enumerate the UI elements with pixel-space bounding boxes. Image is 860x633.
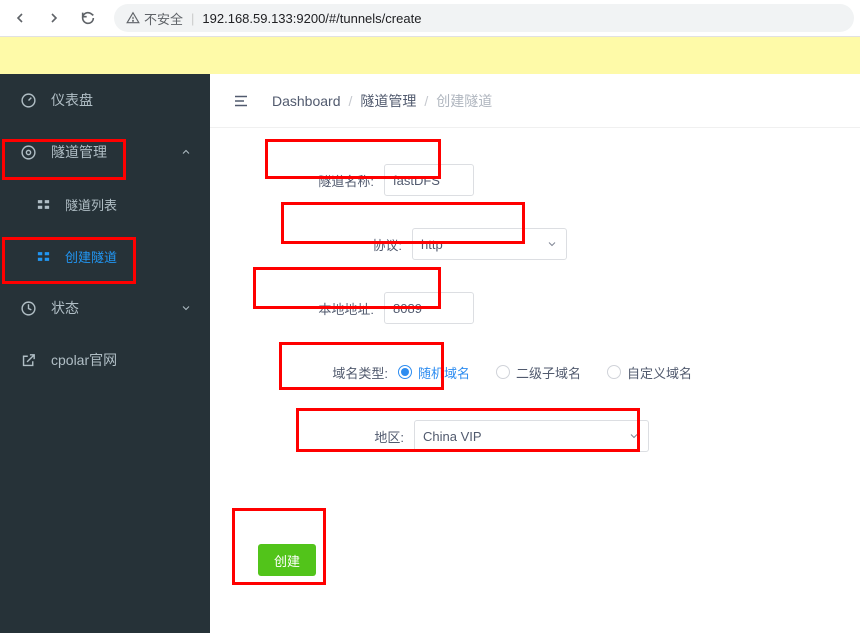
breadcrumb-separator: / — [420, 93, 432, 109]
breadcrumb-tunnel-manage[interactable]: 隧道管理 — [356, 91, 420, 111]
status-icon — [20, 300, 37, 317]
label-local-addr: 本地地址: — [288, 299, 384, 318]
chevron-down-icon — [628, 430, 640, 442]
breadcrumb-separator: / — [345, 93, 357, 109]
radio-sub-label: 二级子域名 — [516, 363, 581, 382]
chevron-up-icon — [180, 146, 192, 158]
breadcrumb-dashboard[interactable]: Dashboard — [268, 93, 345, 109]
radio-random-domain[interactable]: 随机域名 — [398, 363, 470, 382]
sidebar-tunnel-list-label: 隧道列表 — [65, 195, 117, 214]
row-protocol: 协议: http — [244, 228, 826, 260]
menu-toggle-icon[interactable] — [232, 92, 250, 110]
input-tunnel-name[interactable] — [384, 164, 474, 196]
address-bar[interactable]: 不安全 | 192.168.59.133:9200/#/tunnels/crea… — [114, 4, 854, 32]
label-tunnel-name: 隧道名称: — [288, 171, 384, 190]
list-icon — [36, 197, 51, 212]
row-region: 地区: China VIP — [244, 420, 826, 452]
form-content: 隧道名称: 协议: http 本地地址: 域名类型: — [210, 128, 860, 612]
external-link-icon — [20, 352, 37, 369]
radio-random-label: 随机域名 — [418, 363, 470, 382]
url-text: 192.168.59.133:9200/#/tunnels/create — [202, 11, 421, 26]
select-region-value: China VIP — [423, 429, 482, 444]
row-local-addr: 本地地址: — [244, 292, 826, 324]
radio-dot-icon — [496, 365, 510, 379]
chevron-down-icon — [546, 238, 558, 250]
label-region: 地区: — [336, 427, 414, 446]
back-button[interactable] — [6, 4, 34, 32]
dashboard-icon — [20, 92, 37, 109]
create-button[interactable]: 创建 — [258, 544, 316, 576]
radio-dot-icon — [398, 365, 412, 379]
input-local-addr[interactable] — [384, 292, 474, 324]
select-region[interactable]: China VIP — [414, 420, 649, 452]
select-protocol[interactable]: http — [412, 228, 567, 260]
sidebar-item-cpolar-site[interactable]: cpolar官网 — [0, 334, 210, 386]
radio-custom-domain[interactable]: 自定义域名 — [607, 363, 692, 382]
banner-strip — [0, 37, 860, 74]
select-protocol-value: http — [421, 237, 443, 252]
sidebar: 仪表盘 隧道管理 隧道列表 创建隧道 状态 cpolar官网 — [0, 74, 210, 633]
breadcrumb-current: 创建隧道 — [432, 91, 496, 111]
row-domain-type: 域名类型: 随机域名 二级子域名 自定义域名 — [244, 356, 826, 388]
main-panel: Dashboard / 隧道管理 / 创建隧道 隧道名称: 协议: http — [210, 74, 860, 633]
reload-button[interactable] — [74, 4, 102, 32]
app-shell: 仪表盘 隧道管理 隧道列表 创建隧道 状态 cpolar官网 — [0, 74, 860, 633]
breadcrumb: Dashboard / 隧道管理 / 创建隧道 — [268, 91, 496, 111]
insecure-label: 不安全 — [144, 9, 183, 28]
sidebar-tunnel-create-label: 创建隧道 — [65, 247, 117, 266]
chevron-down-icon — [180, 302, 192, 314]
radio-custom-label: 自定义域名 — [627, 363, 692, 382]
sidebar-cpolar-label: cpolar官网 — [51, 350, 117, 370]
row-tunnel-name: 隧道名称: — [244, 164, 826, 196]
topbar: Dashboard / 隧道管理 / 创建隧道 — [210, 74, 860, 128]
sidebar-dashboard-label: 仪表盘 — [51, 90, 93, 110]
sidebar-item-tunnel-manage[interactable]: 隧道管理 — [0, 126, 210, 178]
radio-sub-domain[interactable]: 二级子域名 — [496, 363, 581, 382]
label-protocol: 协议: — [316, 235, 412, 254]
create-icon — [36, 249, 51, 264]
sidebar-tunnel-label: 隧道管理 — [51, 142, 107, 162]
sidebar-item-dashboard[interactable]: 仪表盘 — [0, 74, 210, 126]
browser-toolbar: 不安全 | 192.168.59.133:9200/#/tunnels/crea… — [0, 0, 860, 37]
toolbar-separator: | — [191, 11, 194, 26]
insecure-badge: 不安全 — [126, 9, 183, 28]
forward-button[interactable] — [40, 4, 68, 32]
label-domain-type: 域名类型: — [316, 363, 398, 382]
sidebar-item-status[interactable]: 状态 — [0, 282, 210, 334]
sidebar-item-tunnel-list[interactable]: 隧道列表 — [0, 178, 210, 230]
sidebar-item-tunnel-create[interactable]: 创建隧道 — [0, 230, 210, 282]
sidebar-status-label: 状态 — [51, 298, 79, 318]
tunnel-icon — [20, 144, 37, 161]
radio-dot-icon — [607, 365, 621, 379]
